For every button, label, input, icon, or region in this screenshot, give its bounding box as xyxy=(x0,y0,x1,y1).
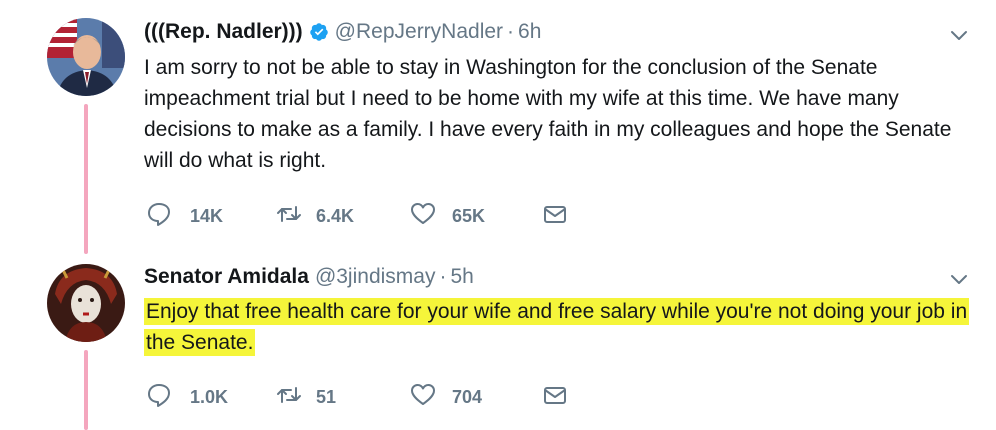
envelope-icon xyxy=(542,382,568,413)
display-name[interactable]: (((Rep. Nadler))) xyxy=(144,20,303,44)
retweet-count: 6.4K xyxy=(316,205,355,226)
chevron-down-icon[interactable] xyxy=(948,268,970,290)
thread-line xyxy=(84,350,88,430)
heart-icon xyxy=(410,201,436,232)
direct-message-button[interactable] xyxy=(542,382,568,412)
envelope-icon xyxy=(542,201,568,232)
reply-count: 14K xyxy=(190,205,224,226)
timestamp[interactable]: 6h xyxy=(518,20,541,44)
retweet-icon xyxy=(276,382,302,413)
display-name[interactable]: Senator Amidala xyxy=(144,265,309,289)
tweet[interactable]: (((Rep. Nadler))) @RepJerryNadler · 6h I… xyxy=(0,0,996,254)
tweet-header: Senator Amidala @3jindismay · 5h xyxy=(144,262,474,292)
retweet-button[interactable]: 6.4K xyxy=(276,201,354,231)
like-count: 704 xyxy=(452,386,483,407)
retweet-button[interactable]: 51 xyxy=(276,382,336,412)
tweet-text: Enjoy that free health care for your wif… xyxy=(144,296,974,358)
like-count: 65K xyxy=(452,205,486,226)
reply-button[interactable]: 14K xyxy=(146,201,223,231)
direct-message-button[interactable] xyxy=(542,201,568,231)
reply-icon xyxy=(146,382,172,413)
reply-icon xyxy=(146,201,172,232)
reply-button[interactable]: 1.0K xyxy=(146,382,228,412)
tweet[interactable]: Senator Amidala @3jindismay · 5h Enjoy t… xyxy=(0,252,996,430)
timestamp[interactable]: 5h xyxy=(450,265,473,289)
tweet-header: (((Rep. Nadler))) @RepJerryNadler · 6h xyxy=(144,17,541,47)
highlighted-text: Enjoy that free health care for your wif… xyxy=(144,298,970,356)
like-button[interactable]: 704 xyxy=(410,382,482,412)
reply-count: 1.0K xyxy=(190,386,229,407)
separator-dot: · xyxy=(507,20,515,43)
avatar[interactable] xyxy=(47,18,125,96)
like-button[interactable]: 65K xyxy=(410,201,485,231)
thread-line xyxy=(84,104,88,254)
verified-badge-icon xyxy=(309,22,329,42)
separator-dot: · xyxy=(439,265,447,288)
tweet-text: I am sorry to not be able to stay in Was… xyxy=(144,56,952,172)
chevron-down-icon[interactable] xyxy=(948,24,970,46)
avatar[interactable] xyxy=(47,264,125,342)
user-handle[interactable]: @3jindismay xyxy=(315,265,436,289)
heart-icon xyxy=(410,382,436,413)
user-handle[interactable]: @RepJerryNadler xyxy=(335,20,503,44)
retweet-icon xyxy=(276,201,302,232)
retweet-count: 51 xyxy=(316,386,337,407)
